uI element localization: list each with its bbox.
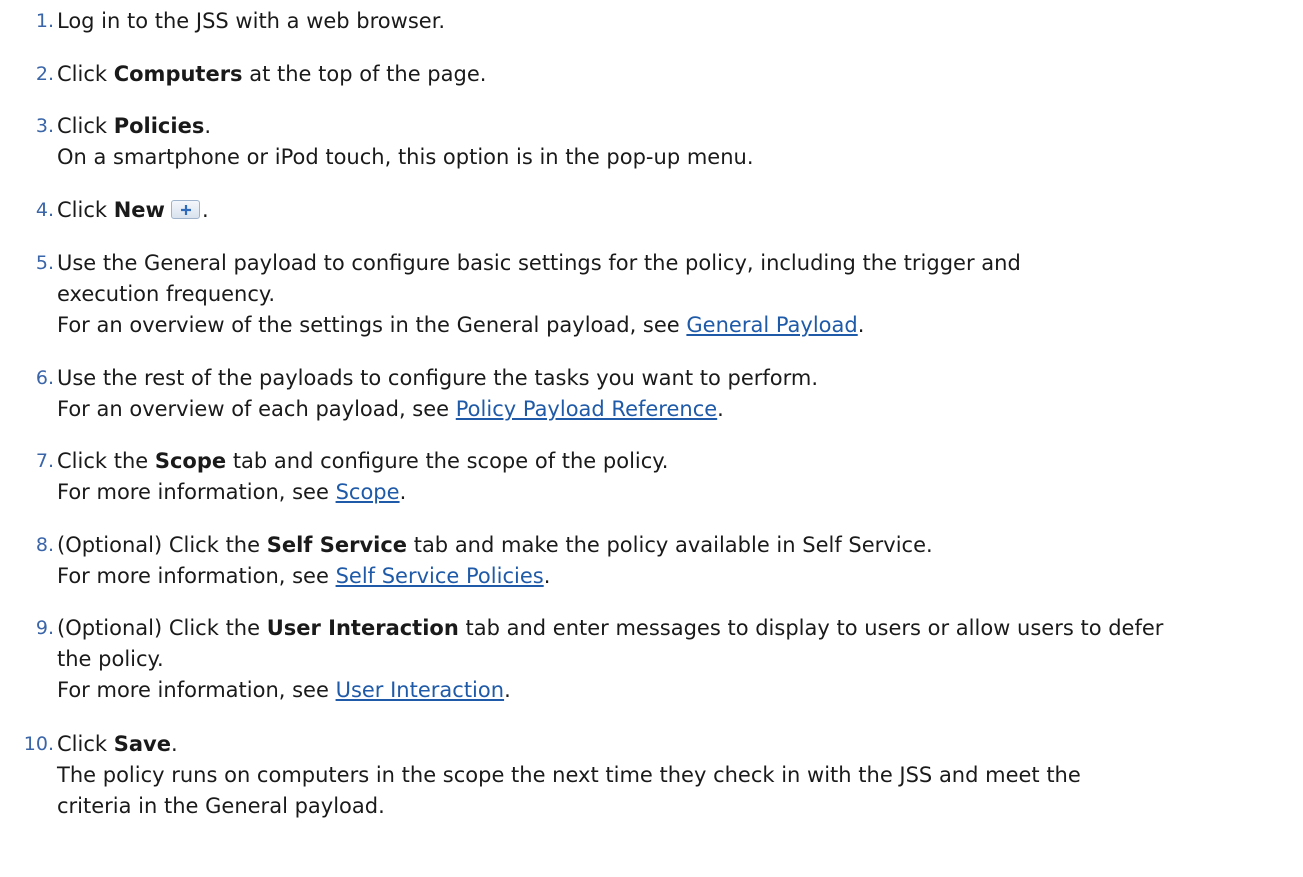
- step-note: On a smartphone or iPod touch, this opti…: [57, 145, 754, 169]
- step-note: The policy runs on computers in the scop…: [57, 763, 1081, 787]
- step-text: (Optional) Click the User Interaction ta…: [57, 613, 1295, 644]
- link-policy-payload-reference[interactable]: Policy Payload Reference: [456, 397, 717, 421]
- step-number: 6.: [35, 367, 54, 389]
- step-text: (Optional) Click the Self Service tab an…: [57, 530, 1295, 561]
- step-text-post: .: [201, 198, 209, 222]
- step-text: Click Computers at the top of the page.: [57, 59, 1295, 90]
- step-text: Click Save.: [57, 729, 1295, 760]
- step-number: 5.: [35, 252, 54, 274]
- step-text-pre: Click the: [57, 449, 155, 473]
- step-text: Log in to the JSS with a web browser.: [57, 9, 446, 33]
- step-note-post: .: [399, 480, 407, 504]
- step-note-pre: For more information, see: [57, 564, 336, 588]
- step-note-pre: For an overview of the settings in the G…: [57, 313, 687, 337]
- ui-term-user-interaction: User Interaction: [266, 616, 459, 640]
- step-text-pre: Click: [57, 198, 114, 222]
- link-scope[interactable]: Scope: [336, 480, 400, 504]
- step-text-post: at the top of the page.: [242, 62, 487, 86]
- step-text-pre: (Optional) Click the: [57, 533, 267, 557]
- step-note-post: .: [717, 397, 724, 421]
- step-number: 3.: [35, 115, 54, 137]
- step-note-pre: For an overview of each payload, see: [57, 397, 456, 421]
- step-text-post: tab and enter messages to display to use…: [458, 616, 1164, 640]
- step-note: For an overview of each payload, see Pol…: [57, 394, 1295, 425]
- ui-term-scope: Scope: [154, 449, 227, 473]
- step-text: Use the General payload to configure bas…: [57, 251, 1021, 275]
- step-text-post: .: [204, 114, 212, 138]
- step-note-post: .: [857, 313, 865, 337]
- link-general-payload[interactable]: General Payload: [686, 313, 857, 337]
- step-note: For more information, see Self Service P…: [57, 561, 1295, 592]
- step-note-pre: For more information, see: [57, 678, 336, 702]
- step-text-pre: Click: [57, 62, 114, 86]
- step-number: 7.: [35, 450, 54, 472]
- ui-term-computers: Computers: [113, 62, 243, 86]
- ui-term-new: New: [113, 198, 165, 222]
- step-number: 9.: [35, 617, 54, 639]
- ui-term-save: Save: [113, 732, 171, 756]
- step-note-continued: criteria in the General payload.: [57, 794, 385, 818]
- link-user-interaction[interactable]: User Interaction: [336, 678, 504, 702]
- step-text: Use the rest of the payloads to configur…: [57, 366, 819, 390]
- step-note-post: .: [543, 564, 551, 588]
- ui-term-policies: Policies: [113, 114, 205, 138]
- step-note: For more information, see Scope.: [57, 477, 1295, 508]
- step-text-continued: the policy.: [57, 647, 164, 671]
- step-note-post: .: [504, 678, 511, 702]
- step-number: 2.: [35, 63, 54, 85]
- step-text-pre: (Optional) Click the: [57, 616, 267, 640]
- step-text-pre: Click: [57, 114, 114, 138]
- step-text-post: tab and make the policy available in Sel…: [407, 533, 933, 557]
- link-self-service-policies[interactable]: Self Service Policies: [336, 564, 544, 588]
- step-text: Click the Scope tab and configure the sc…: [57, 446, 1295, 477]
- procedure-steps: 1. Log in to the JSS with a web browser.…: [0, 0, 1303, 877]
- step-note: For more information, see User Interacti…: [57, 675, 1295, 706]
- step-text: Click New.: [57, 195, 1295, 226]
- step-number: 8.: [35, 534, 54, 556]
- ui-term-self-service: Self Service: [266, 533, 408, 557]
- step-number: 10.: [23, 733, 54, 755]
- step-text-post: .: [170, 732, 178, 756]
- step-number: 1.: [35, 10, 54, 32]
- step-note-pre: For more information, see: [57, 480, 336, 504]
- step-text-pre: Click: [57, 732, 114, 756]
- step-note: For an overview of the settings in the G…: [57, 310, 1295, 341]
- step-text-continued: execution frequency.: [57, 282, 276, 306]
- step-text-post: tab and configure the scope of the polic…: [226, 449, 669, 473]
- plus-icon: [170, 200, 200, 219]
- step-text: Click Policies.: [57, 111, 1295, 142]
- step-number: 4.: [35, 199, 54, 221]
